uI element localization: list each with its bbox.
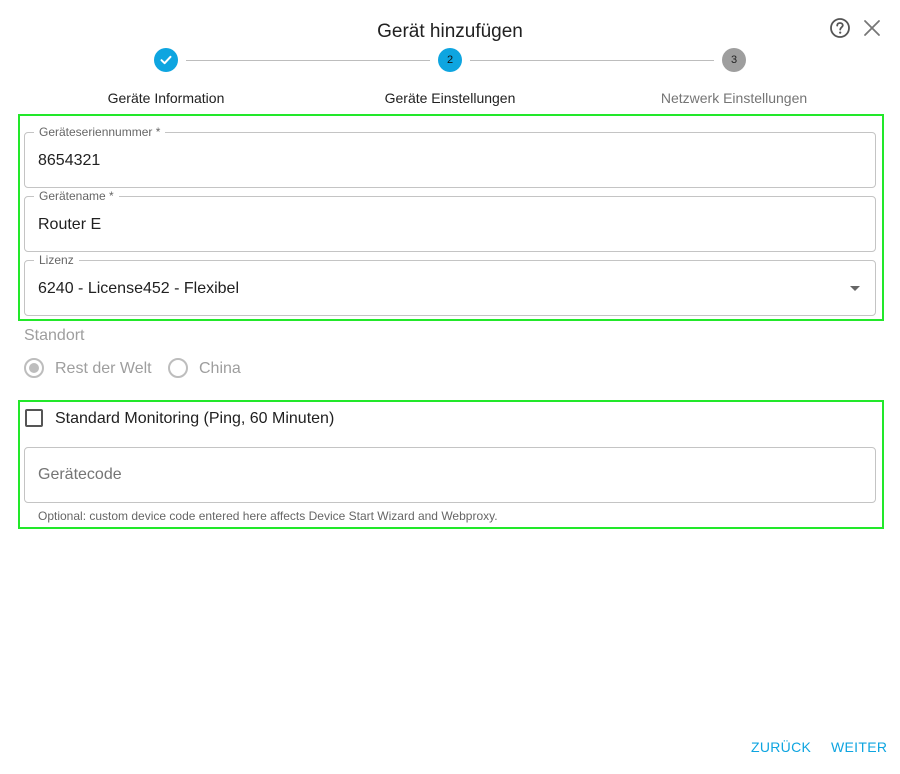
step-1-indicator [154,48,178,72]
serial-number-label: Geräteseriennummer * [34,125,166,139]
dialog-title: Gerät hinzufügen [377,21,523,42]
step-connector [470,60,714,61]
step-1-label: Geräte Information [107,90,225,106]
check-icon [160,55,172,65]
radio-china-label[interactable]: China [199,360,241,378]
device-code-input[interactable]: Gerätecode [24,447,876,503]
license-select[interactable]: Lizenz 6240 - License452 - Flexibel [24,253,876,316]
serial-number-value: 8654321 [38,152,101,169]
device-name-label: Gerätename * [34,189,119,203]
stepper: 2 3 Geräte Information Geräte Einstellun… [0,47,900,117]
serial-number-field[interactable]: Geräteseriennummer * 8654321 [24,125,876,188]
back-button[interactable]: ZURÜCK [751,739,811,755]
device-name-value: Router E [38,216,102,233]
license-value: 6240 - License452 - Flexibel [38,280,240,297]
radio-china[interactable] [168,358,188,378]
device-name-field[interactable]: Gerätename * Router E [24,189,876,252]
step-connector [186,60,430,61]
monitoring-checkbox-label[interactable]: Standard Monitoring (Ping, 60 Minuten) [55,410,334,428]
step-3-label: Netzwerk Einstellungen [660,90,808,106]
close-icon[interactable] [862,18,882,38]
step-3-indicator: 3 [722,48,746,72]
device-code-placeholder: Gerätecode [38,466,122,483]
radio-rest-der-welt[interactable] [24,358,44,378]
step-2-label: Geräte Einstellungen [384,90,516,106]
device-code-helper-text: Optional: custom device code entered her… [38,509,498,523]
license-label: Lizenz [34,253,79,267]
help-circle-icon[interactable] [829,17,851,39]
next-button[interactable]: WEITER [831,739,887,755]
radio-rest-der-welt-label[interactable]: Rest der Welt [55,360,152,378]
location-label: Standort [24,327,85,344]
monitoring-checkbox[interactable] [25,409,43,427]
step-2-indicator: 2 [438,48,462,72]
chevron-down-icon[interactable] [850,286,860,291]
